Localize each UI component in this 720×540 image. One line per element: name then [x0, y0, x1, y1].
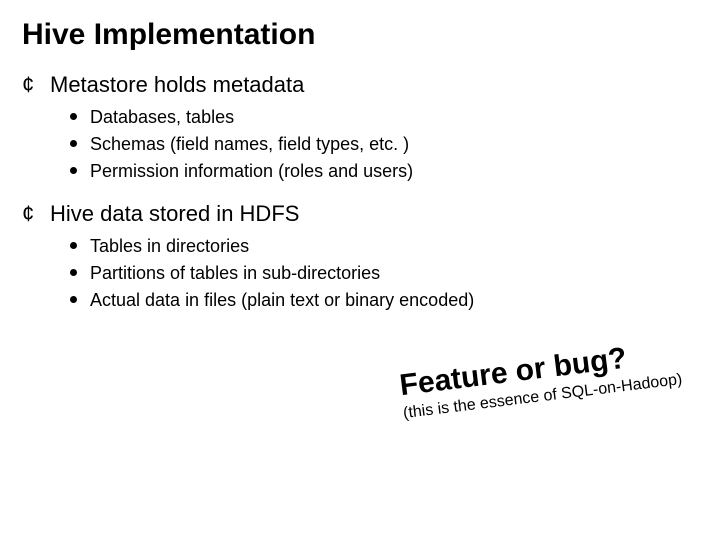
callout: Feature or bug? (this is the essence of … — [398, 335, 684, 423]
sub-bullet-item: Databases, tables — [66, 104, 698, 131]
sub-bullet-item: Actual data in files (plain text or bina… — [66, 287, 698, 314]
sub-bullet-text: Schemas (field names, field types, etc. … — [90, 134, 409, 154]
sub-bullet-text: Tables in directories — [90, 236, 249, 256]
bullet-item: Metastore holds metadata Databases, tabl… — [22, 72, 698, 185]
bullet-text: Metastore holds metadata — [50, 72, 304, 97]
sub-bullet-item: Tables in directories — [66, 233, 698, 260]
sub-bullet-item: Partitions of tables in sub-directories — [66, 260, 698, 287]
bullet-text: Hive data stored in HDFS — [50, 201, 299, 226]
sub-bullet-item: Schemas (field names, field types, etc. … — [66, 131, 698, 158]
slide-title: Hive Implementation — [22, 18, 698, 52]
bullet-item: Hive data stored in HDFS Tables in direc… — [22, 201, 698, 314]
bullet-list-level1: Metastore holds metadata Databases, tabl… — [22, 72, 698, 314]
slide: Hive Implementation Metastore holds meta… — [0, 0, 720, 540]
sub-bullet-text: Actual data in files (plain text or bina… — [90, 290, 474, 310]
sub-bullet-text: Partitions of tables in sub-directories — [90, 263, 380, 283]
sub-bullet-text: Databases, tables — [90, 107, 234, 127]
sub-bullet-item: Permission information (roles and users) — [66, 158, 698, 185]
bullet-list-level2: Tables in directories Partitions of tabl… — [66, 233, 698, 314]
sub-bullet-text: Permission information (roles and users) — [90, 161, 413, 181]
bullet-list-level2: Databases, tables Schemas (field names, … — [66, 104, 698, 185]
